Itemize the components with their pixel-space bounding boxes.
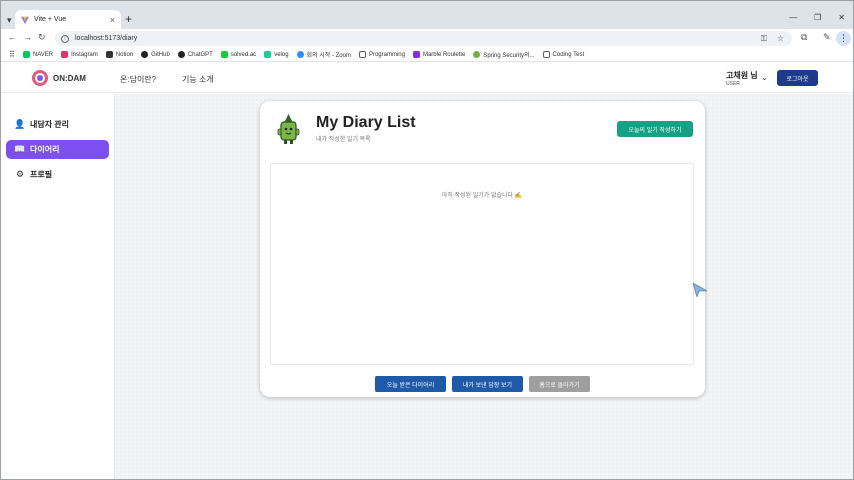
folder-icon: [542, 51, 550, 58]
nav-about[interactable]: 온:담이란?: [120, 74, 156, 85]
bookmark-item[interactable]: ChatGPT: [177, 51, 213, 58]
bookmark-star-icon[interactable]: ☆: [777, 34, 784, 44]
folder-icon: [358, 51, 366, 58]
browser-tab[interactable]: Vite + Vue ×: [15, 10, 121, 29]
logout-button[interactable]: 로그아웃: [777, 70, 818, 86]
browser-menu-icon[interactable]: ⋮: [836, 31, 851, 46]
mascot-icon: [277, 114, 300, 144]
pen-icon[interactable]: ✎: [823, 32, 831, 43]
page-subtitle: 내가 작성한 일기 목록: [316, 137, 371, 143]
user-name[interactable]: 고채원 님: [726, 70, 758, 81]
brand-name[interactable]: ON:DAM: [53, 74, 86, 83]
reload-icon[interactable]: ↻: [38, 32, 46, 43]
sidebar-item-label: 내담자 관리: [30, 120, 70, 129]
tab-strip: ▾ Vite + Vue × + — ❐ ✕: [1, 1, 853, 29]
bookmarks-bar: ⠿ NAVER Instagram Notion GitHub ChatGPT …: [1, 48, 853, 62]
close-window-icon[interactable]: ✕: [838, 13, 845, 22]
bookmark-item[interactable]: velog: [264, 51, 289, 58]
bookmark-item[interactable]: Marble Roulette: [412, 51, 465, 58]
sidebar-item-clients[interactable]: 👤 내담자 관리: [6, 115, 109, 134]
tab-close-icon[interactable]: ×: [110, 15, 115, 25]
minimize-icon[interactable]: —: [789, 13, 797, 22]
forward-icon[interactable]: →: [23, 32, 32, 42]
book-icon: 📖: [14, 144, 26, 154]
diary-list: 아직 작성된 일기가 없습니다 ✍️: [270, 163, 694, 365]
bookmark-item[interactable]: Notion: [105, 51, 133, 58]
app-header: ON:DAM 온:담이란? 기능 소개 고채원 님 USER ⌄ 로그아웃: [1, 63, 853, 93]
bookmark-favicon-icon: [61, 51, 69, 58]
address-bar[interactable]: i localhost:5173/diary ⚿ ☆: [55, 31, 792, 46]
bookmark-item[interactable]: NAVER: [22, 51, 53, 58]
sidebar-item-label: 프로필: [30, 170, 53, 179]
bookmark-favicon-icon: [177, 51, 185, 58]
browser-window: ▾ Vite + Vue × + — ❐ ✕ ← → ↻ i localhost…: [0, 0, 854, 480]
bookmark-favicon-icon: [220, 51, 228, 58]
gear-icon: ⚙: [15, 169, 25, 179]
bookmark-favicon-icon: [22, 51, 30, 58]
bookmark-favicon-icon: [141, 51, 149, 58]
brand-logo-icon[interactable]: [32, 70, 48, 86]
extensions-icon[interactable]: ⧉: [801, 32, 807, 43]
url-text[interactable]: localhost:5173/diary: [75, 35, 137, 42]
bookmark-item[interactable]: GitHub: [141, 51, 170, 58]
nav-features[interactable]: 기능 소개: [182, 74, 214, 85]
sidebar: 👤 내담자 관리 📖 다이어리 ⚙ 프로필: [1, 94, 115, 479]
action-buttons: 오늘 받은 다이어리 내가 보낸 답장 보기 홈으로 돌아가기: [260, 376, 705, 392]
user-role: USER: [726, 81, 740, 87]
site-info-icon[interactable]: i: [61, 34, 69, 43]
write-diary-button[interactable]: 오늘의 일기 작성하기: [617, 121, 693, 137]
paper-plane-icon: [693, 283, 707, 297]
apps-grid-icon[interactable]: ⠿: [9, 50, 15, 59]
bookmark-item[interactable]: Instagram: [61, 51, 98, 58]
bookmark-item[interactable]: solved.ac: [220, 51, 256, 58]
vite-favicon-icon: [21, 16, 29, 24]
bookmark-folder[interactable]: Coding Test: [542, 51, 584, 58]
password-key-icon[interactable]: ⚿: [761, 34, 767, 44]
restore-icon[interactable]: ❐: [814, 13, 821, 22]
bookmark-favicon-icon: [473, 51, 481, 58]
sidebar-item-profile[interactable]: ⚙ 프로필: [6, 165, 109, 184]
tab-search-icon[interactable]: ▾: [7, 15, 12, 26]
sidebar-item-diary[interactable]: 📖 다이어리: [6, 140, 109, 159]
sent-replies-button[interactable]: 내가 보낸 답장 보기: [452, 376, 523, 392]
bookmark-favicon-icon: [296, 51, 304, 58]
window-controls: — ❐ ✕: [789, 13, 845, 22]
back-home-button[interactable]: 홈으로 돌아가기: [529, 376, 590, 392]
bookmark-item[interactable]: Spring Security의...: [473, 50, 535, 59]
empty-message: 아직 작성된 일기가 없습니다 ✍️: [441, 193, 523, 199]
received-diary-button[interactable]: 오늘 받은 다이어리: [375, 376, 446, 392]
tab-title: Vite + Vue: [34, 16, 67, 23]
page-title: My Diary List: [316, 114, 416, 131]
new-tab-icon[interactable]: +: [125, 12, 132, 26]
bookmark-favicon-icon: [105, 51, 113, 58]
bookmark-favicon-icon: [264, 51, 272, 58]
browser-toolbar: ← → ↻ i localhost:5173/diary ⚿ ☆ ⧉ ✎: [1, 29, 853, 48]
chevron-down-icon[interactable]: ⌄: [761, 73, 768, 82]
sidebar-item-label: 다이어리: [30, 145, 60, 154]
bookmark-item[interactable]: 회의 시작 - Zoom: [296, 50, 351, 59]
diary-card: My Diary List 내가 작성한 일기 목록 오늘의 일기 작성하기 아…: [260, 101, 705, 397]
bookmark-folder[interactable]: Programming: [358, 51, 405, 58]
bookmark-favicon-icon: [412, 51, 420, 58]
back-icon[interactable]: ←: [8, 32, 17, 42]
main-content: My Diary List 내가 작성한 일기 목록 오늘의 일기 작성하기 아…: [115, 94, 853, 479]
person-icon: 👤: [14, 119, 26, 129]
